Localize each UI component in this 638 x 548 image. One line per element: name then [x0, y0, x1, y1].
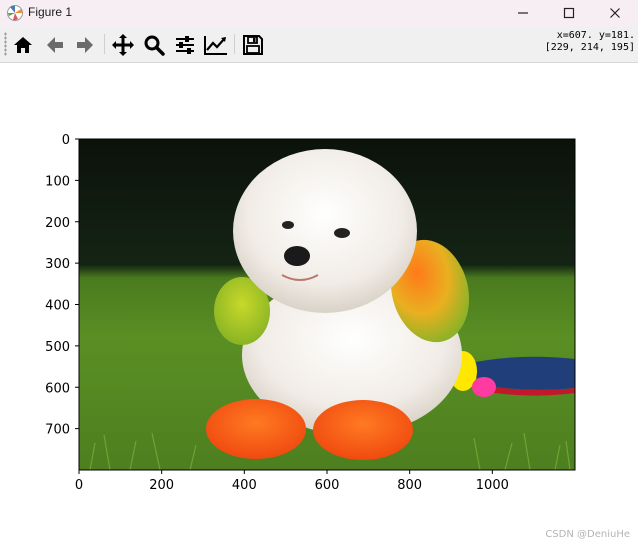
close-button[interactable]: [592, 0, 638, 26]
x-tick-label: 1000: [476, 478, 509, 493]
save-button[interactable]: [240, 32, 266, 58]
y-tick-label: 400: [45, 299, 70, 314]
toolbar-grip[interactable]: [4, 32, 7, 56]
y-tick-label: 200: [45, 216, 70, 231]
maximize-button[interactable]: [546, 0, 592, 26]
back-arrow-icon: [47, 37, 63, 53]
y-axis: 0 100 200 300 400 500 600 700: [45, 133, 79, 438]
minimize-icon: [518, 12, 528, 14]
matplotlib-logo-icon: [7, 5, 23, 21]
back-button[interactable]: [42, 32, 68, 58]
subplots-button[interactable]: [172, 32, 198, 58]
title-bar: Figure 1: [0, 0, 638, 26]
x-tick-label: 0: [75, 478, 83, 493]
save-icon: [243, 35, 263, 55]
y-tick-label: 600: [45, 381, 70, 396]
x-tick-label: 800: [397, 478, 422, 493]
toolbar-separator: [104, 34, 105, 54]
home-icon: [14, 37, 32, 53]
cursor-coordinates: x=607. y=181. [229, 214, 195]: [545, 30, 635, 54]
plot-svg: 0 200 400 600 800 1000 0 100 200 300 400 500 600 700: [45, 133, 576, 493]
edit-axis-button[interactable]: [203, 32, 229, 58]
cursor-position: x=607. y=181.: [556, 30, 635, 41]
forward-button[interactable]: [72, 32, 98, 58]
x-axis: 0 200 400 600 800 1000: [75, 470, 509, 493]
y-tick-label: 300: [45, 257, 70, 272]
y-tick-label: 100: [45, 174, 70, 189]
toolbar-separator: [234, 34, 235, 54]
y-tick-label: 0: [62, 133, 70, 148]
minimize-button[interactable]: [500, 0, 546, 26]
window-title: Figure 1: [28, 5, 73, 19]
navigation-toolbar: x=607. y=181. [229, 214, 195]: [0, 26, 638, 63]
image-display: [79, 139, 575, 470]
zoom-icon: [144, 35, 165, 56]
x-tick-label: 400: [232, 478, 257, 493]
watermark: CSDN @DeniuHe: [545, 529, 630, 540]
forward-arrow-icon: [77, 37, 93, 53]
home-button[interactable]: [10, 32, 36, 58]
edit-axis-icon: [204, 36, 227, 55]
maximize-icon: [563, 7, 575, 19]
pan-button[interactable]: [110, 32, 136, 58]
zoom-button[interactable]: [141, 32, 167, 58]
x-tick-label: 200: [149, 478, 174, 493]
close-icon: [610, 8, 620, 18]
pan-icon: [112, 34, 134, 56]
y-tick-label: 700: [45, 423, 70, 438]
subplots-icon: [176, 36, 194, 54]
x-tick-label: 600: [315, 478, 340, 493]
cursor-pixel-value: [229, 214, 195]: [544, 42, 635, 53]
figure-canvas[interactable]: 0 200 400 600 800 1000 0 100 200 300 400 500 600 700…: [0, 63, 638, 544]
y-tick-label: 500: [45, 340, 70, 355]
